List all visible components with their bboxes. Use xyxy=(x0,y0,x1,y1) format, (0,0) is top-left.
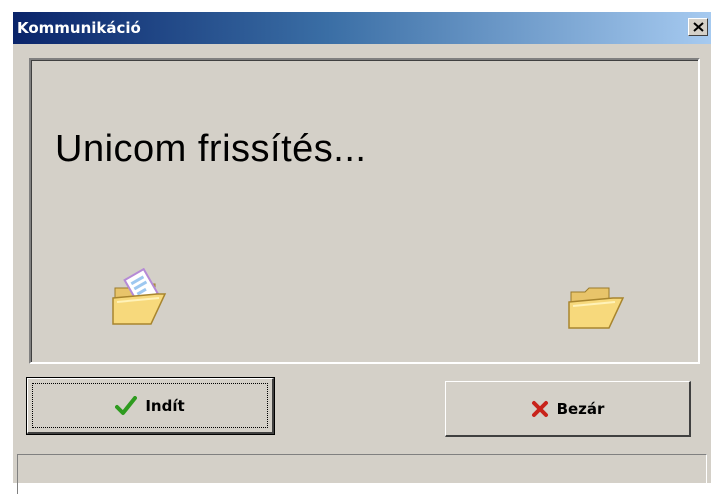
status-headline: Unicom frissítés... xyxy=(55,128,367,170)
communication-dialog: Kommunikáció Unicom frissítés... Indít B… xyxy=(12,12,711,494)
start-button[interactable]: Indít xyxy=(26,377,275,435)
close-window-button[interactable] xyxy=(688,18,708,36)
open-folder-with-document-icon xyxy=(112,268,167,325)
start-button-label: Indít xyxy=(145,396,185,415)
checkmark-icon xyxy=(115,395,138,415)
progress-panel: Unicom frissítés... xyxy=(29,58,700,364)
open-folder-icon xyxy=(568,287,625,329)
window-title: Kommunikáció xyxy=(17,19,141,37)
close-x-icon xyxy=(693,22,704,32)
close-button[interactable]: Bezár xyxy=(445,381,691,437)
title-bar[interactable]: Kommunikáció xyxy=(13,12,711,44)
close-button-label: Bezár xyxy=(556,399,605,418)
red-x-icon xyxy=(531,400,548,417)
status-bar xyxy=(17,454,707,494)
